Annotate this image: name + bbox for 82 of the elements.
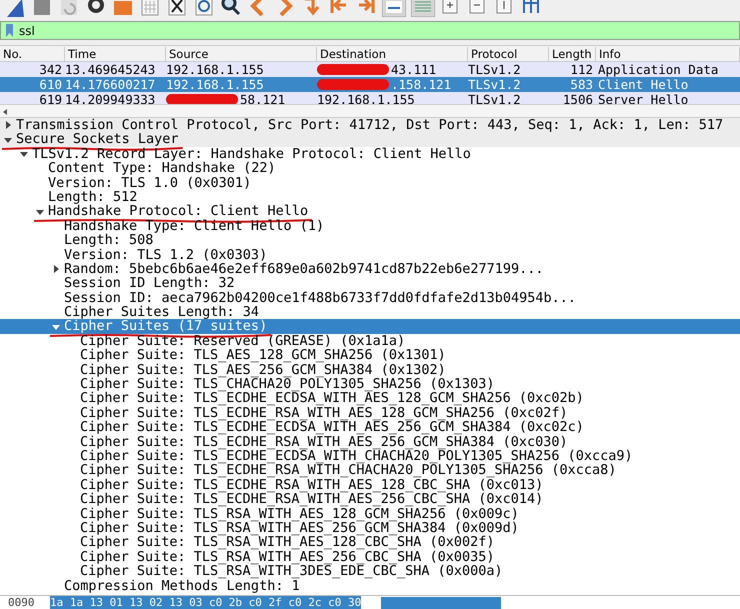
tree-item[interactable]: Cipher Suite: TLS_ECDHE_ECDSA_WITH_AES_128_GCM_SHA256 (0xc02b): [80, 391, 584, 406]
reload-icon[interactable]: [193, 0, 215, 17]
tree-item[interactable]: Session ID: aeca7962b04200ce1f488b6733f7dd0fdfafe2d13b04954b...: [64, 290, 576, 306]
search-icon[interactable]: [220, 0, 242, 17]
grid-file-icon[interactable]: [139, 0, 161, 17]
tree-item[interactable]: Version: TLS 1.0 (0x0301): [48, 176, 252, 190]
table-cell: 43.111: [391, 62, 436, 77]
tree-item[interactable]: Version: TLS 1.2 (0x0303): [64, 248, 268, 262]
autoscroll-icon[interactable]: [382, 0, 406, 17]
tree-item[interactable]: Cipher Suites (17 suites): [64, 319, 268, 334]
tree-item[interactable]: Session ID Length: 32: [64, 276, 235, 291]
restart-icon[interactable]: [58, 0, 80, 17]
packet-row[interactable]: 610 14.176600217 192.168.1.155 .158.121 TLSv1.2 583 Client Hello: [0, 77, 740, 92]
tree-item[interactable]: Cipher Suite: TLS_ECDHE_RSA_WITH_CHACHA20_POLY1305_SHA256 (0xcca8): [80, 463, 616, 478]
table-cell: .158.121: [391, 77, 452, 92]
tree-item[interactable]: Cipher Suite: TLS_RSA_WITH_AES_128_CBC_SHA (0x002f): [80, 535, 495, 550]
tree-item[interactable]: Cipher Suite: TLS_ECDHE_RSA_WITH_AES_256_CBC_SHA (0xc014): [80, 492, 544, 507]
colorize-icon[interactable]: [411, 0, 435, 17]
packet-row[interactable]: 619 14.209949333 58.121 192.168.1.155 TLSv1.2 1506 Server Hello: [0, 92, 740, 104]
tree-item[interactable]: Handshake Protocol: Client Hello: [48, 204, 308, 219]
tree-item[interactable]: Cipher Suite: TLS_ECDHE_RSA_WITH_AES_128_CBC_SHA (0xc013): [80, 478, 544, 492]
table-cell: 583: [570, 77, 593, 92]
tree-item[interactable]: Length: 512: [48, 190, 138, 204]
tree-item[interactable]: Cipher Suite: TLS_AES_256_GCM_SHA384 (0x1302): [80, 362, 446, 378]
collapse-arrow-icon[interactable]: [20, 150, 28, 158]
tree-item[interactable]: Cipher Suite: TLS_RSA_WITH_3DES_EDE_CBC_SHA (0x000a): [80, 564, 503, 579]
tree-item[interactable]: Cipher Suite: TLS_RSA_WITH_AES_128_GCM_SHA256 (0x009c): [80, 506, 519, 521]
tree-item[interactable]: Cipher Suite: TLS_ECDHE_ECDSA_WITH_AES_256_GCM_SHA384 (0xc02c): [80, 420, 584, 435]
tree-item[interactable]: Cipher Suite: TLS_AES_128_GCM_SHA256 (0x1301): [80, 348, 446, 363]
table-cell: Client Hello: [598, 77, 688, 92]
display-filter-field[interactable]: ssl: [0, 21, 740, 40]
table-cell: 619: [39, 92, 62, 104]
table-cell: TLSv1.2: [468, 77, 521, 92]
column-header[interactable]: Time: [65, 46, 166, 60]
table-cell: 13.469645243: [65, 62, 156, 77]
tree-item[interactable]: Cipher Suite: TLS_CHACHA20_POLY1305_SHA256 (0x1303): [80, 377, 495, 392]
bookmark-icon[interactable]: [5, 24, 14, 37]
table-cell: 610: [39, 77, 62, 92]
hex-bytes[interactable]: 1a 1a 13 01 13 02 13 03 c0 2b c0 2f c0 2c c0 30: [50, 596, 362, 609]
ascii-bytes-highlight[interactable]: [381, 596, 502, 608]
tree-item[interactable]: Cipher Suite: TLS_ECDHE_ECDSA_WITH_CHACHA20_POLY1305_SHA256 (0xcca9): [80, 448, 633, 464]
table-cell: 14.176600217: [65, 77, 156, 92]
shark-fin-icon[interactable]: [4, 0, 26, 17]
column-header[interactable]: Length: [549, 46, 596, 60]
tree-item[interactable]: Cipher Suite: TLS_RSA_WITH_AES_256_GCM_SHA384 (0x009d): [80, 520, 519, 536]
column-header[interactable]: Protocol: [468, 46, 549, 60]
tree-item[interactable]: Content Type: Handshake (22): [48, 161, 276, 176]
table-cell: 192.168.1.155: [317, 92, 415, 104]
column-header[interactable]: No.: [0, 46, 65, 60]
column-header[interactable]: Destination: [317, 46, 468, 60]
table-cell: Application Data: [598, 62, 718, 77]
table-cell: 112: [570, 62, 593, 77]
tree-item[interactable]: Compression Methods Length: 1: [64, 578, 300, 593]
expand-arrow-icon[interactable]: [4, 121, 12, 130]
tree-item[interactable]: Cipher Suites Length: 34: [64, 305, 260, 320]
column-header[interactable]: Source: [166, 46, 317, 60]
tree-item[interactable]: Length: 508: [64, 233, 154, 248]
folder-icon[interactable]: [112, 0, 134, 17]
table-cell: TLSv1.2: [468, 92, 521, 104]
column-header[interactable]: Info: [596, 46, 740, 60]
packet-row[interactable]: 342 13.469645243 192.168.1.155 43.111 TLSv1.2 112 Application Data: [0, 62, 740, 77]
close-icon[interactable]: [166, 0, 188, 17]
table-cell: 192.168.1.155: [166, 77, 264, 92]
tree-item[interactable]: TLSv1.2 Record Layer: Handshake Protocol: Client Hello: [32, 146, 471, 162]
table-cell: TLSv1.2: [468, 62, 521, 77]
table-cell: 14.209949333: [65, 92, 156, 104]
stop-icon[interactable]: [31, 0, 53, 17]
table-cell: 58.121: [240, 92, 286, 104]
tree-item[interactable]: Cipher Suite: TLS_ECDHE_RSA_WITH_AES_256_GCM_SHA384 (0xc030): [80, 434, 568, 449]
tree-item[interactable]: Cipher Suite: Reserved (GREASE) (0x1a1a): [80, 334, 406, 348]
tree-item[interactable]: Cipher Suite: TLS_RSA_WITH_AES_256_CBC_SHA (0x0035): [80, 550, 495, 564]
byte-offset: 0090: [7, 596, 36, 609]
table-cell: Server Hello: [598, 92, 688, 104]
table-cell: 192.168.1.155: [166, 62, 264, 77]
tree-item[interactable]: Handshake Type: Client Hello (1): [64, 218, 324, 234]
expand-arrow-icon[interactable]: [52, 265, 60, 274]
table-cell: 342: [39, 62, 62, 77]
tree-item[interactable]: Cipher Suite: TLS_ECDHE_RSA_WITH_AES_128_GCM_SHA256 (0xc02f): [80, 406, 568, 420]
table-cell: 1506: [562, 92, 593, 104]
collapse-arrow-icon[interactable]: [36, 208, 44, 216]
collapse-arrow-icon[interactable]: [4, 136, 12, 144]
tree-item[interactable]: Random: 5bebc6b6ae46e2eff689e0a602b9741cd87b22eb6e277199...: [64, 262, 544, 276]
